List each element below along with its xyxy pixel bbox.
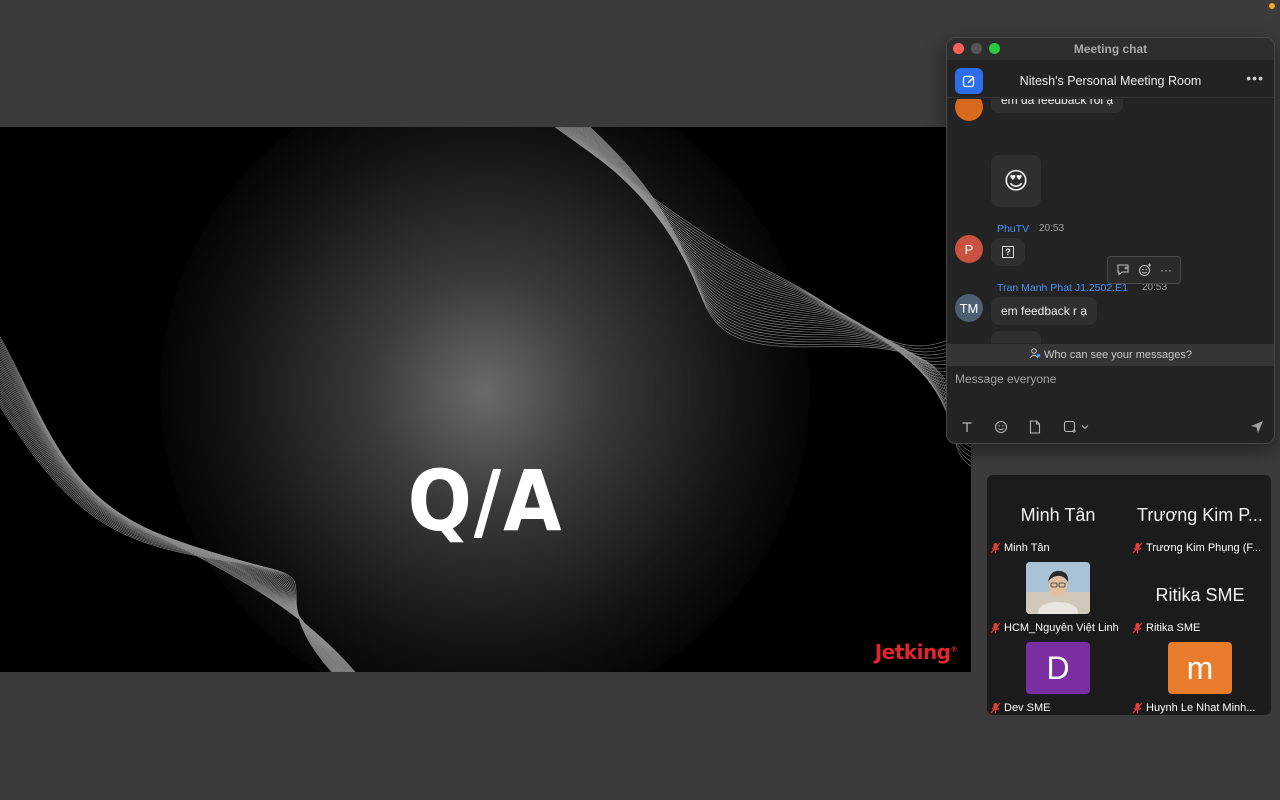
mic-muted-icon: [990, 622, 1001, 634]
emoji-message[interactable]: 🤡: [991, 331, 1041, 343]
message-bubble[interactable]: em đã feedback rồi ạ: [991, 99, 1124, 113]
chat-titlebar: Meeting chat: [947, 38, 1274, 60]
mic-muted-icon: [1132, 622, 1143, 634]
participant-name: Huynh Le Nhat Minh...: [1146, 702, 1256, 714]
mic-muted-icon: [1132, 542, 1143, 554]
screenshot-icon[interactable]: [1061, 419, 1091, 435]
heart-eyes-emoji: 😍: [1003, 167, 1029, 195]
minimize-window-button[interactable]: [971, 43, 982, 54]
zoom-window-button[interactable]: [989, 43, 1000, 54]
participant-label: Ritika SME: [1132, 622, 1200, 634]
message-list[interactable]: em đã feedback rồi ạ 😍 P PhuTV 20:53 ? T…: [947, 99, 1274, 343]
shared-screen: Q/A Jetking®: [0, 127, 971, 672]
composer-toolbar: [959, 419, 1091, 435]
participant-tile[interactable]: HCM_Nguyễn Việt Linh: [987, 555, 1129, 635]
window-title: Meeting chat: [1073, 42, 1148, 56]
participant-label: Minh Tân: [990, 542, 1050, 554]
people-icon: [1029, 348, 1041, 359]
chevron-down-icon[interactable]: [1081, 424, 1089, 430]
participant-label: Trương Kim Phụng (F...: [1132, 542, 1261, 554]
avatar-initial: TM: [959, 300, 979, 316]
participant-name: Dev SME: [1004, 702, 1051, 714]
participant-label: HCM_Nguyễn Việt Linh: [990, 622, 1119, 634]
more-actions-icon[interactable]: ···: [1160, 263, 1172, 277]
chat-header: Nitesh's Personal Meeting Room •••: [947, 60, 1274, 98]
emoji-message[interactable]: 😍: [991, 155, 1041, 207]
participant-label: Huynh Le Nhat Minh...: [1132, 702, 1255, 714]
message-visibility-info[interactable]: Who can see your messages?: [947, 344, 1274, 366]
participant-gallery: Minh Tân Minh Tân Trương Kim P... Trương…: [987, 475, 1271, 715]
more-options-icon[interactable]: •••: [1246, 70, 1264, 86]
reply-icon[interactable]: [1116, 264, 1130, 276]
meeting-chat-window: Meeting chat Nitesh's Personal Meeting R…: [946, 37, 1275, 444]
participant-tile[interactable]: Trương Kim P... Trương Kim Phụng (F...: [1129, 475, 1271, 555]
wave-decoration: [0, 127, 971, 672]
room-name: Nitesh's Personal Meeting Room: [1019, 74, 1202, 88]
message-time: 20:53: [1039, 223, 1065, 234]
message-text: em đã feedback rồi ạ: [1001, 99, 1114, 107]
participant-tile[interactable]: D Dev SME: [987, 635, 1129, 715]
participant-name: Trương Kim Phụng (F...: [1146, 542, 1262, 554]
sender-avatar: TM: [955, 294, 983, 322]
participant-tile[interactable]: Ritika SME Ritika SME: [1129, 555, 1271, 635]
brand-text: Jetking: [874, 640, 951, 664]
participant-avatar: [1026, 562, 1090, 614]
close-window-button[interactable]: [953, 43, 964, 54]
participant-tile[interactable]: m Huynh Le Nhat Minh...: [1129, 635, 1271, 715]
send-icon[interactable]: [1250, 420, 1264, 439]
mic-muted-icon: [990, 542, 1001, 554]
sender-avatar: P: [955, 235, 983, 263]
message-bubble[interactable]: ?: [991, 238, 1025, 266]
profile-photo: [1026, 562, 1090, 614]
add-reaction-icon[interactable]: [1138, 263, 1152, 277]
participant-tile[interactable]: Minh Tân Minh Tân: [987, 475, 1129, 555]
sender-avatar: [955, 99, 983, 121]
participant-avatar: D: [1026, 642, 1090, 694]
slide-title: Q/A: [407, 452, 564, 550]
emoji-icon[interactable]: [993, 419, 1009, 435]
participant-avatar: m: [1168, 642, 1232, 694]
message-text: em feedback r ạ: [1001, 304, 1088, 318]
visibility-text: Who can see your messages?: [1044, 349, 1193, 361]
message-bubble[interactable]: em feedback r ạ: [991, 297, 1098, 325]
recording-indicator: [1269, 3, 1275, 9]
participant-display-name: Ritika SME: [1155, 585, 1245, 605]
message-actions: ···: [1107, 256, 1181, 284]
participant-name: HCM_Nguyễn Việt Linh: [1004, 622, 1119, 634]
format-text-icon[interactable]: [959, 419, 975, 435]
mic-muted-icon: [1132, 702, 1143, 714]
message-input[interactable]: [955, 372, 1255, 386]
registered-mark: ®: [950, 645, 958, 654]
participant-name: Ritika SME: [1146, 622, 1201, 634]
file-icon[interactable]: [1027, 419, 1043, 435]
avatar-initial: P: [964, 241, 974, 257]
clown-emoji: 🤡: [1001, 343, 1031, 344]
participant-display-name: Trương Kim P...: [1137, 505, 1263, 525]
participant-display-name: Minh Tân: [1020, 505, 1096, 525]
brand-logo: Jetking®: [874, 640, 958, 664]
mic-muted-icon: [990, 702, 1001, 714]
sender-name[interactable]: Tran Manh Phat J1.2502.E1: [997, 282, 1128, 294]
unknown-glyph: ?: [1002, 246, 1014, 258]
participant-name: Minh Tân: [1004, 542, 1050, 554]
participant-label: Dev SME: [990, 702, 1050, 714]
sender-name[interactable]: PhuTV: [997, 223, 1029, 235]
